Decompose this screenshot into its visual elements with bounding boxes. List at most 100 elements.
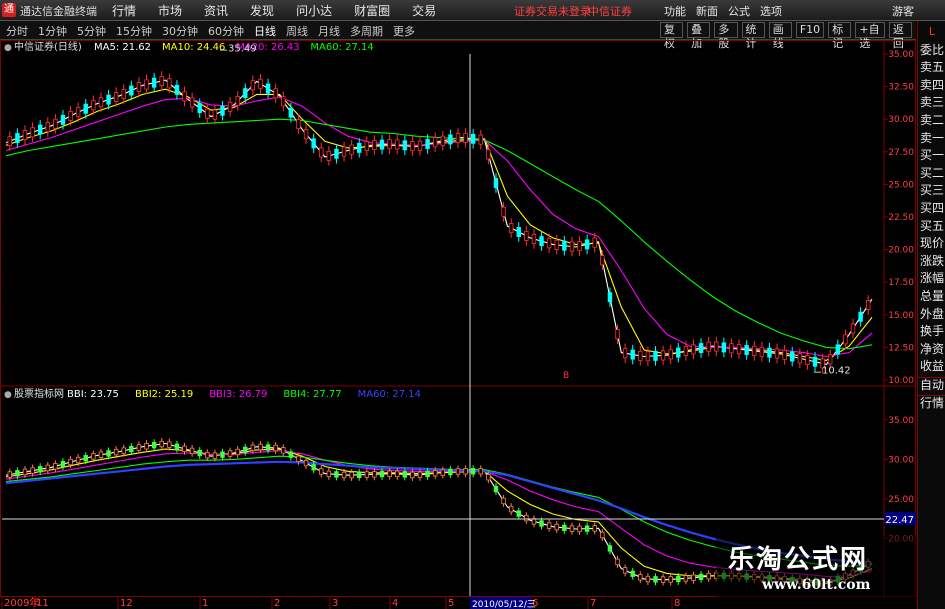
toolbar-button[interactable]: 标记 [828, 22, 852, 50]
period-tab[interactable]: 15分钟 [116, 23, 152, 39]
candle-body [151, 77, 157, 88]
candle-body [759, 346, 765, 357]
legend-entry: BBI: 23.75 [67, 389, 119, 400]
candle-body [205, 108, 210, 119]
period-tab[interactable]: 月线 [318, 23, 340, 39]
toolbar-button[interactable]: 多股 [714, 22, 738, 50]
period-tab[interactable]: 周线 [286, 23, 308, 39]
candle-body [645, 351, 651, 362]
sidebar-item[interactable]: 自动 [918, 377, 945, 392]
menu-item-function[interactable]: 功能 [664, 3, 686, 19]
candle-body [508, 505, 514, 513]
sidebar-item[interactable]: 现价 [918, 236, 945, 250]
sidebar-item[interactable]: 买一 [918, 148, 945, 162]
sidebar-item[interactable]: 卖四 [918, 78, 945, 92]
sidebar-item[interactable]: 卖五 [918, 60, 945, 74]
candle-body [45, 122, 50, 132]
sidebar-item[interactable]: 委比 [918, 43, 945, 57]
sidebar-item[interactable]: 卖三 [918, 95, 945, 109]
period-tab[interactable]: 60分钟 [208, 23, 244, 39]
sidebar-item[interactable]: 买三 [918, 183, 945, 197]
menu-item-wealth[interactable]: 财富圈 [354, 2, 390, 19]
candle-body [744, 345, 749, 355]
toolbar-button[interactable]: F10 [795, 22, 825, 38]
toolbar-button[interactable]: 叠加 [687, 22, 711, 50]
toolbar-button[interactable]: 复权 [660, 22, 684, 50]
menu-item-quotes[interactable]: 行情 [112, 2, 136, 19]
menu-item-new-page[interactable]: 新面 [696, 3, 718, 19]
menu-item-news[interactable]: 资讯 [204, 2, 228, 19]
sidebar-item[interactable]: 买五 [918, 219, 945, 233]
period-tab[interactable]: 多周期 [350, 23, 383, 39]
period-tab[interactable]: 5分钟 [77, 23, 106, 39]
sidebar-item[interactable]: 涨跌 [918, 254, 945, 268]
sidebar-item[interactable]: 买四 [918, 201, 945, 215]
sidebar-item[interactable]: 外盘 [918, 307, 945, 321]
toolbar-button[interactable]: 画线 [768, 22, 792, 50]
watermark-title: 乐淘公式网 [728, 545, 869, 575]
candle-body [463, 132, 468, 143]
candle-body [182, 445, 187, 452]
candle-body [30, 467, 35, 474]
period-tab[interactable]: 1分钟 [38, 23, 67, 39]
candle-body [349, 144, 354, 155]
menu-item-options[interactable]: 选项 [760, 3, 782, 19]
candle-body [220, 451, 225, 458]
menu-item-trade[interactable]: 交易 [412, 2, 436, 19]
low-price-label: 10.42 [822, 365, 851, 376]
candle-body [205, 451, 210, 459]
sidebar-item[interactable]: 卖一 [918, 131, 945, 145]
sidebar-item[interactable]: 净资 [918, 342, 945, 356]
candle-body [478, 134, 483, 145]
menu-item-xiaoda[interactable]: 问小达 [296, 2, 332, 19]
login-warning[interactable]: 证券交易未登录 [514, 3, 591, 19]
sidebar-item[interactable]: 行情 [918, 394, 945, 410]
menu-item-market[interactable]: 市场 [158, 2, 182, 19]
toolbar-button[interactable]: 统计 [741, 22, 765, 50]
candle-body [174, 84, 180, 95]
candle-body [607, 545, 613, 552]
guest-label[interactable]: 游客 [892, 3, 914, 19]
x-tick-label: 12 [120, 598, 133, 609]
candle-body [721, 342, 727, 353]
candle-body [235, 95, 240, 106]
period-tab-daily[interactable]: 日线 [254, 23, 276, 39]
candle-body [174, 443, 180, 450]
candle-body [83, 103, 88, 114]
panel-settings-icon: ● [4, 390, 12, 400]
sidebar-item[interactable]: 买二 [918, 166, 945, 180]
candle-body [243, 446, 248, 454]
candle-body [516, 510, 521, 517]
period-tab-more[interactable]: 更多 [393, 23, 415, 39]
period-tab[interactable]: 分时 [6, 23, 28, 39]
menu-item-discover[interactable]: 发现 [250, 2, 274, 19]
candle-body [410, 141, 415, 152]
candle-body [281, 96, 286, 107]
period-tab[interactable]: 30分钟 [162, 23, 198, 39]
candle-body [258, 443, 263, 451]
candle-body [113, 448, 119, 456]
sidebar-item[interactable]: 换手 [918, 324, 945, 338]
sidebar-item[interactable]: 总量 [918, 289, 945, 303]
sidebar-item[interactable]: 收益 [918, 359, 945, 373]
candle-body [303, 459, 309, 467]
price-chart-area[interactable]: 35.00 32.50 30.00 27.50 25.00 22.50 20.00 17.50… [0, 40, 916, 609]
candle-body [645, 575, 651, 583]
candle-body [546, 238, 552, 249]
sidebar-item[interactable]: L [918, 25, 945, 39]
candle-body [15, 133, 20, 144]
series-line [5, 118, 873, 350]
toolbar-button[interactable]: +自选 [855, 22, 885, 50]
candle-body [121, 89, 126, 99]
candle-body [698, 573, 704, 581]
broker-name[interactable]: 中信证券 [588, 3, 632, 19]
sidebar-item[interactable]: 涨幅 [918, 271, 945, 285]
y-tick-label: 12.50 [888, 343, 914, 353]
toolbar-button[interactable]: 返回 [888, 22, 913, 50]
menu-item-formula[interactable]: 公式 [728, 3, 750, 19]
sidebar-item[interactable]: 卖二 [918, 113, 945, 127]
candle-body [220, 105, 225, 116]
candle-body [22, 130, 28, 141]
candle-body [470, 133, 476, 144]
candle-body [121, 447, 126, 454]
